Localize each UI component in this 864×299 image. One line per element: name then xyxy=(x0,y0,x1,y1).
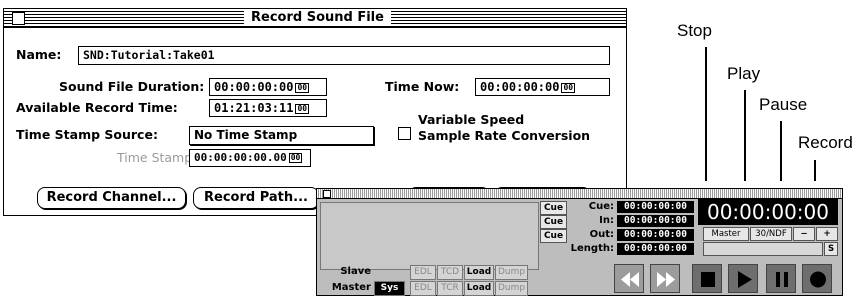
pause-annotation: Pause xyxy=(759,95,808,114)
slave-edl-button[interactable]: EDL xyxy=(410,265,436,280)
record-sound-file-window: Record Sound File Name: SND:Tutorial:Tak… xyxy=(3,8,627,216)
transport-title-bar[interactable] xyxy=(317,189,842,199)
cue-button[interactable]: Cue xyxy=(540,201,567,215)
display-panel xyxy=(320,202,539,270)
master-load-button[interactable]: Load xyxy=(464,281,494,296)
stop-icon xyxy=(701,272,715,287)
master-tcr-button[interactable]: TCR xyxy=(437,281,463,296)
pause-icon xyxy=(776,272,788,287)
time-stamp-label: Time Stamp: xyxy=(117,150,197,165)
master-sys-button[interactable]: Sys xyxy=(374,281,405,296)
title-bar[interactable]: Record Sound File xyxy=(4,9,626,28)
available-record-time-label: Available Record Time: xyxy=(16,100,178,115)
varispeed-slider[interactable] xyxy=(703,242,823,256)
window-title: Record Sound File xyxy=(244,11,391,25)
length-label: Length: xyxy=(570,243,614,254)
stop-button[interactable] xyxy=(692,264,722,293)
master-mode-button[interactable]: Master xyxy=(703,227,749,241)
close-box-icon[interactable] xyxy=(12,12,25,25)
s-button[interactable]: S xyxy=(824,242,838,256)
length-timecode: 00:00:00:00 xyxy=(617,243,694,255)
rewind-button[interactable] xyxy=(614,264,644,293)
name-label: Name: xyxy=(16,47,62,62)
in-cue-button[interactable]: Cue xyxy=(540,215,567,229)
slave-load-button[interactable]: Load xyxy=(464,265,494,280)
time-now-label: Time Now: xyxy=(385,79,460,94)
cue-label: Cue: xyxy=(588,201,614,212)
frame-rate-button[interactable]: 30/NDF xyxy=(750,227,792,241)
pause-annotation-line xyxy=(780,121,782,181)
sample-rate-conversion-label: Sample Rate Conversion xyxy=(418,128,591,143)
play-button[interactable] xyxy=(728,264,758,293)
time-now-field: 00:00:00:00 00 xyxy=(475,78,610,96)
record-annotation: Record xyxy=(798,133,853,152)
transport-window: Cue Cue: 00:00:00:00 Cue In: 00:00:00:00… xyxy=(316,188,843,296)
in-timecode: 00:00:00:00 xyxy=(617,215,694,227)
fast-forward-button[interactable] xyxy=(650,264,680,293)
record-path-button[interactable]: Record Path... xyxy=(193,187,319,209)
play-annotation-line xyxy=(744,90,746,181)
time-stamp-source-popup[interactable]: No Time Stamp xyxy=(189,126,374,145)
play-icon xyxy=(738,271,752,288)
play-annotation: Play xyxy=(727,64,761,83)
sound-file-duration-field: 00:00:00:00 00 xyxy=(209,78,327,96)
name-field[interactable]: SND:Tutorial:Take01 xyxy=(78,46,610,65)
stop-annotation-line xyxy=(705,47,707,181)
variable-speed-label: Variable Speed xyxy=(418,112,525,127)
stop-annotation: Stop xyxy=(677,21,712,40)
slave-label: Slave xyxy=(340,266,371,277)
in-label: In: xyxy=(599,215,614,226)
time-stamp-field: 00:00:00:00.00 00 xyxy=(189,149,311,167)
master-dump-button[interactable]: Dump xyxy=(495,281,528,296)
cue-timecode: 00:00:00:00 xyxy=(617,201,694,213)
master-edl-button[interactable]: EDL xyxy=(410,281,436,296)
out-label: Out: xyxy=(589,229,614,240)
plus-button[interactable]: + xyxy=(816,227,838,241)
minus-button[interactable]: − xyxy=(793,227,815,241)
main-timecode-display: 00:00:00:00 xyxy=(698,199,838,225)
out-cue-button[interactable]: Cue xyxy=(540,229,567,243)
record-channel-button[interactable]: Record Channel... xyxy=(37,187,186,209)
out-timecode: 00:00:00:00 xyxy=(617,229,694,241)
time-stamp-source-label: Time Stamp Source: xyxy=(16,127,158,142)
record-button[interactable] xyxy=(802,264,832,293)
sound-file-duration-label: Sound File Duration: xyxy=(59,79,205,94)
variable-speed-checkbox[interactable] xyxy=(398,127,411,140)
slave-dump-button[interactable]: Dump xyxy=(495,265,528,280)
record-annotation-line xyxy=(814,160,816,181)
slave-tcd-button[interactable]: TCD xyxy=(437,265,463,280)
master-label: Master xyxy=(331,282,371,293)
record-icon xyxy=(810,271,826,288)
available-record-time-field: 01:21:03:11 00 xyxy=(209,99,327,117)
close-box-icon[interactable] xyxy=(323,190,331,198)
fast-forward-icon xyxy=(657,272,675,287)
rewind-icon xyxy=(621,272,639,287)
pause-button[interactable] xyxy=(766,264,796,293)
